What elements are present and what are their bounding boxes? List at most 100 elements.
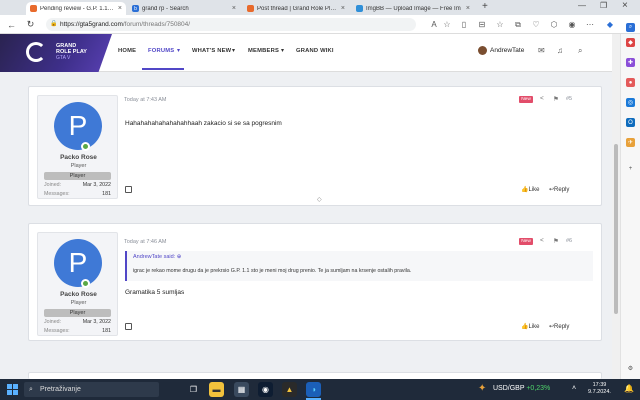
drop-icon[interactable]: ✈ — [626, 138, 635, 147]
app-icon[interactable]: ▲ — [282, 382, 297, 397]
reply-button[interactable]: ↩Reply — [549, 323, 569, 330]
search-icon[interactable]: ⌕ — [626, 23, 635, 32]
sidebar-settings-icon[interactable]: ⚙ — [626, 364, 635, 373]
close-tab-icon[interactable]: × — [466, 5, 470, 12]
chevron-down-icon[interactable]: ▾ — [232, 47, 235, 54]
nav-grand-wiki[interactable]: GRAND WIKI — [296, 48, 334, 54]
mail-icon[interactable]: ✉ — [538, 46, 545, 55]
extensions-icon[interactable]: ⬡ — [548, 18, 560, 31]
add-icon[interactable]: + — [626, 164, 635, 173]
post-number[interactable]: #6 — [566, 238, 572, 244]
arrow-up-circle-icon[interactable]: ⊕ — [177, 254, 182, 260]
collections-icon[interactable]: ⧉ — [512, 18, 524, 31]
stocks-widget[interactable]: USD/GBP +0,23% — [493, 385, 550, 392]
shopping-tag-icon[interactable]: ◆ — [626, 38, 635, 47]
outlook-icon[interactable]: O — [626, 118, 635, 127]
profile-icon[interactable]: ◉ — [566, 18, 578, 31]
tab-pending-review[interactable]: Pending review - G.P. 1.1, G.P. 1.2 × — [26, 2, 126, 15]
split-screen-icon[interactable]: ▯ — [458, 18, 470, 31]
notification-icon[interactable]: 🔔 — [624, 384, 634, 393]
bookmark-icon[interactable]: ⚑ — [553, 237, 559, 245]
like-button[interactable]: 👍Like — [521, 186, 540, 193]
read-aloud-icon[interactable]: A — [428, 18, 440, 31]
chevron-up-icon[interactable]: ˄ — [572, 385, 576, 392]
taskbar-search-input[interactable]: ⌕ Pretraživanje — [24, 382, 159, 397]
back-icon[interactable]: ← — [5, 18, 18, 31]
games-icon[interactable]: ● — [626, 78, 635, 87]
nav-whats-new[interactable]: WHAT'S NEW — [192, 48, 231, 54]
reply-button[interactable]: ↩Reply — [549, 186, 569, 193]
like-button[interactable]: 👍Like — [521, 323, 540, 330]
post-timestamp[interactable]: Today at 7:46 AM — [124, 239, 167, 245]
file-explorer-icon[interactable]: ▬ — [209, 382, 224, 397]
select-post-checkbox[interactable] — [125, 186, 132, 193]
site-favicon-icon — [30, 5, 37, 12]
bookmark-icon[interactable]: ⚑ — [553, 95, 559, 103]
quote-author[interactable]: AndrewTate said: ⊕ — [133, 254, 181, 260]
scrollbar-thumb[interactable] — [614, 144, 618, 314]
chevron-down-icon[interactable]: ▾ — [177, 47, 180, 54]
post-author[interactable]: Packo Rose — [38, 291, 119, 298]
search-icon[interactable]: ⌕ — [578, 46, 582, 56]
post: P Packo Rose Player Player Joined: Mar 3,… — [28, 223, 602, 341]
user-menu[interactable]: AndrewTate — [478, 46, 524, 55]
share-icon[interactable]: < — [540, 237, 544, 244]
minimize-icon[interactable]: — — [578, 1, 586, 10]
nav-members[interactable]: MEMBERS — [248, 48, 279, 54]
close-window-icon[interactable]: × — [622, 0, 628, 11]
avatar[interactable]: P — [54, 239, 102, 287]
chevron-down-icon[interactable]: ▾ — [281, 47, 284, 54]
edge-browser-icon[interactable]: ◑ — [306, 382, 321, 397]
page-scrollbar[interactable] — [612, 34, 620, 379]
tab-post-thread[interactable]: Post thread | Grand Role Play | For × — [243, 2, 349, 15]
tab-imgbb[interactable]: ImgBB — Upload Image — Free Im × — [352, 2, 474, 15]
task-view-icon[interactable]: ❐ — [186, 382, 201, 397]
copilot-icon[interactable]: ◆ — [604, 18, 616, 31]
post-timestamp[interactable]: Today at 7:43 AM — [124, 97, 167, 103]
expand-icon[interactable]: ◇ — [317, 196, 322, 203]
favorites-icon[interactable]: ☆ — [494, 18, 506, 31]
select-post-checkbox[interactable] — [125, 323, 132, 330]
post-user-block: P Packo Rose Player Player Joined: Mar 3,… — [37, 232, 118, 336]
online-status-icon — [81, 279, 90, 288]
menu-dots-icon[interactable]: ⋯ — [584, 18, 596, 31]
maximize-icon[interactable]: ❐ — [600, 1, 607, 10]
browser-essentials-icon[interactable]: ♡ — [530, 18, 542, 31]
share-icon[interactable]: < — [540, 95, 544, 102]
quote-block: AndrewTate said: ⊕ igrac je rekao mome d… — [125, 251, 593, 281]
new-tab-button[interactable]: + — [482, 1, 488, 12]
close-tab-icon[interactable]: × — [341, 5, 345, 12]
refresh-icon[interactable]: ↻ — [24, 18, 37, 31]
lock-icon: 🔒 — [50, 21, 58, 27]
microsoft365-icon[interactable]: ◎ — [626, 98, 635, 107]
stocks-icon[interactable]: ✦ — [478, 383, 486, 394]
tab-search[interactable]: b grand rp - Search × — [128, 2, 240, 15]
post-number[interactable]: #5 — [566, 96, 572, 102]
steam-icon[interactable]: ◉ — [258, 382, 273, 397]
store-icon[interactable]: ▦ — [234, 382, 249, 397]
tools-icon[interactable]: ✚ — [626, 58, 635, 67]
post-author[interactable]: Packo Rose — [38, 154, 119, 161]
grand-rp-logo[interactable]: GRAND ROLE PLAY GTA V — [0, 34, 112, 72]
online-status-icon — [81, 142, 90, 151]
split-window-icon[interactable]: ⊟ — [476, 18, 488, 31]
nav-forums[interactable]: FORUMS — [148, 48, 174, 54]
site-header: GRAND ROLE PLAY GTA V HOME FORUMS ▾ WHAT… — [0, 34, 612, 72]
favorite-star-icon[interactable]: ☆ — [441, 18, 453, 31]
post-user-block: P Packo Rose Player Player Joined: Mar 3,… — [37, 95, 118, 199]
close-tab-icon[interactable]: × — [232, 5, 236, 12]
bell-icon[interactable]: ♫ — [557, 46, 563, 55]
nav-home[interactable]: HOME — [118, 48, 136, 54]
browser-tab-strip: Pending review - G.P. 1.1, G.P. 1.2 × b … — [0, 0, 640, 15]
user-badge: Player — [44, 309, 111, 317]
browser-toolbar: ← ↻ 🔒 https://gta5grand.com/forum/threads… — [0, 15, 640, 34]
user-title: Player — [70, 163, 87, 169]
avatar[interactable]: P — [54, 102, 102, 150]
imgbb-favicon-icon — [356, 5, 363, 12]
messages-row: Messages: 181 — [44, 191, 111, 197]
close-tab-icon[interactable]: × — [118, 5, 122, 12]
user-title: Player — [70, 300, 87, 306]
address-bar[interactable]: 🔒 https://gta5grand.com/forum/threads/750… — [46, 18, 416, 31]
windows-start-icon[interactable] — [7, 384, 18, 395]
taskbar-clock[interactable]: 17:39 9.7.2024. — [588, 382, 611, 396]
